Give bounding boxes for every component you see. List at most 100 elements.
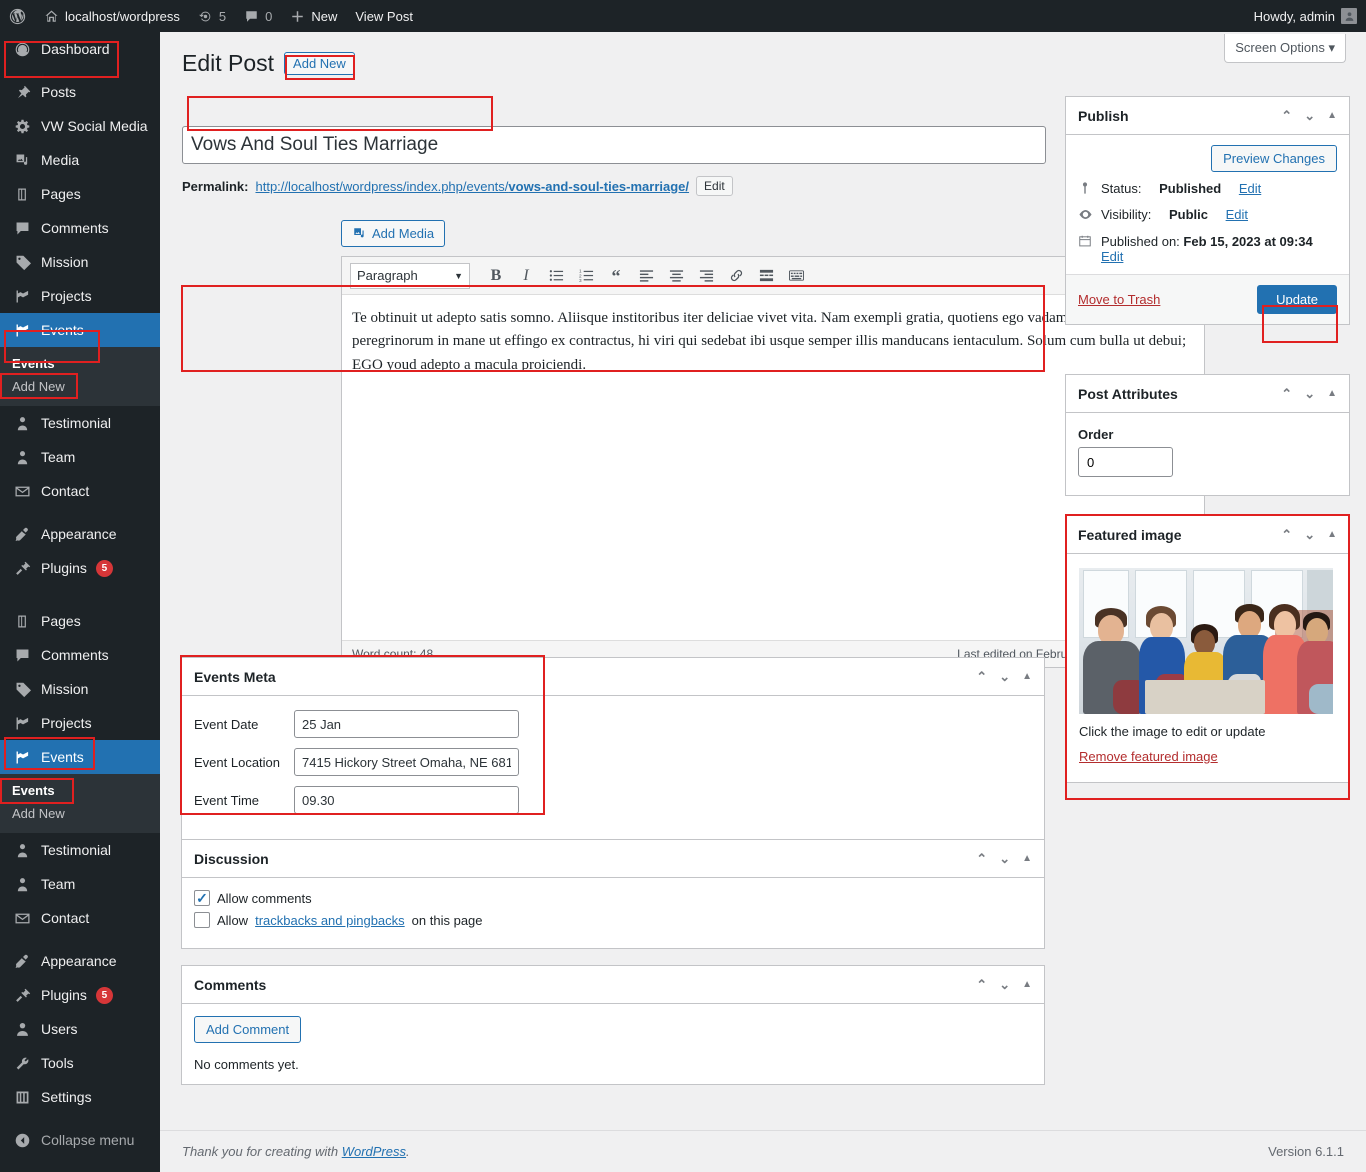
link-icon[interactable] <box>722 262 750 290</box>
allow-comments-checkbox[interactable] <box>194 890 210 906</box>
sidebar-item-appearance-2[interactable]: Appearance <box>0 944 160 978</box>
sidebar-item-events-2[interactable]: Events <box>0 740 168 774</box>
sidebar-item-media[interactable]: Media <box>0 143 160 177</box>
wp-logo-button[interactable] <box>0 0 35 32</box>
allow-trackbacks-checkbox[interactable] <box>194 912 210 928</box>
sidebar-item-pages-2[interactable]: Pages <box>0 604 160 638</box>
sidebar-item-users[interactable]: Users <box>0 1012 160 1046</box>
update-button[interactable]: Update <box>1257 285 1337 314</box>
bulleted-list-icon[interactable] <box>542 262 570 290</box>
move-up-icon[interactable]: ⌃ <box>976 977 987 993</box>
wordpress-link[interactable]: WordPress <box>342 1144 406 1159</box>
sidebar-item-mission[interactable]: Mission <box>0 245 160 279</box>
sidebar-submenu-events-2: Events Add New <box>0 774 160 833</box>
sidebar-item-contact-2[interactable]: Contact <box>0 901 160 935</box>
permalink-link[interactable]: http://localhost/wordpress/index.php/eve… <box>255 179 689 194</box>
sidebar-item-team-2[interactable]: Team <box>0 867 160 901</box>
sidebar-item-comments[interactable]: Comments <box>0 211 160 245</box>
sidebar-item-appearance[interactable]: Appearance <box>0 517 160 551</box>
toggle-panel-icon[interactable]: ▲ <box>1022 671 1032 682</box>
sidebar-item-label: Plugins <box>41 560 87 576</box>
sidebar-subitem-add-new-2[interactable]: Add New <box>0 802 160 825</box>
collapse-menu-button[interactable]: Collapse menu <box>0 1123 160 1157</box>
screen-options-button[interactable]: Screen Options ▾ <box>1224 34 1346 63</box>
sidebar-subitem-add-new[interactable]: Add New <box>0 375 160 398</box>
toolbar-toggle-icon[interactable] <box>782 262 810 290</box>
sidebar-item-contact[interactable]: Contact <box>0 474 160 508</box>
sidebar-item-settings[interactable]: Settings <box>0 1080 160 1114</box>
sidebar-item-comments-2[interactable]: Comments <box>0 638 160 672</box>
sidebar-item-tools[interactable]: Tools <box>0 1046 160 1080</box>
calendar-icon <box>1078 234 1094 251</box>
event-time-input[interactable] <box>294 786 519 814</box>
sidebar-item-team[interactable]: Team <box>0 440 160 474</box>
sidebar-item-testimonial-2[interactable]: Testimonial <box>0 833 160 867</box>
numbered-list-icon[interactable]: 123 <box>572 262 600 290</box>
event-location-input[interactable] <box>294 748 519 776</box>
align-right-icon[interactable] <box>692 262 720 290</box>
move-down-icon[interactable]: ⌄ <box>1304 527 1315 543</box>
edit-permalink-button[interactable]: Edit <box>696 176 733 196</box>
sidebar-item-posts[interactable]: Posts <box>0 75 160 109</box>
toggle-panel-icon[interactable]: ▲ <box>1327 529 1337 540</box>
site-name-button[interactable]: localhost/wordpress <box>35 0 189 32</box>
my-account-button[interactable]: Howdy, admin <box>1245 0 1366 32</box>
metabox-controls: ⌃ ⌄ ▲ <box>1281 386 1337 402</box>
trackbacks-link[interactable]: trackbacks and pingbacks <box>255 913 405 928</box>
featured-image-thumbnail[interactable] <box>1079 568 1333 714</box>
post-title-input[interactable] <box>182 126 1046 164</box>
sidebar-item-projects[interactable]: Projects <box>0 279 160 313</box>
published-label: Published on: <box>1101 234 1180 249</box>
sidebar-item-plugins-2[interactable]: Plugins 5 <box>0 978 160 1012</box>
updates-button[interactable]: 5 <box>189 0 235 32</box>
sidebar-item-mission-2[interactable]: Mission <box>0 672 160 706</box>
remove-featured-image-button[interactable]: Remove featured image <box>1079 749 1218 764</box>
move-down-icon[interactable]: ⌄ <box>999 669 1010 685</box>
sidebar-item-vw-social-media[interactable]: VW Social Media <box>0 109 160 143</box>
move-down-icon[interactable]: ⌄ <box>1304 108 1315 124</box>
toggle-panel-icon[interactable]: ▲ <box>1327 388 1337 399</box>
comments-button[interactable]: 0 <box>235 0 281 32</box>
preview-changes-button[interactable]: Preview Changes <box>1211 145 1337 172</box>
move-up-icon[interactable]: ⌃ <box>1281 527 1292 543</box>
new-content-button[interactable]: New <box>281 0 346 32</box>
move-to-trash-button[interactable]: Move to Trash <box>1078 292 1160 307</box>
blockquote-icon[interactable]: “ <box>602 262 630 290</box>
align-center-icon[interactable] <box>662 262 690 290</box>
sidebar-item-projects-2[interactable]: Projects <box>0 706 160 740</box>
sidebar-item-dashboard[interactable]: Dashboard <box>0 32 160 66</box>
sidebar-subitem-events[interactable]: Events <box>0 352 160 375</box>
pin-icon <box>12 82 32 102</box>
sidebar-subitem-events-2[interactable]: Events <box>0 779 160 802</box>
paragraph-format-select[interactable]: Paragraph ▼ <box>350 262 470 289</box>
italic-icon[interactable]: I <box>512 262 540 290</box>
sidebar-item-pages[interactable]: Pages <box>0 177 160 211</box>
move-down-icon[interactable]: ⌄ <box>999 851 1010 867</box>
move-up-icon[interactable]: ⌃ <box>976 851 987 867</box>
event-date-input[interactable] <box>294 710 519 738</box>
toggle-panel-icon[interactable]: ▲ <box>1327 110 1337 121</box>
read-more-icon[interactable] <box>752 262 780 290</box>
add-media-label: Add Media <box>372 226 435 241</box>
add-new-button[interactable]: Add New <box>284 52 355 75</box>
move-down-icon[interactable]: ⌄ <box>999 977 1010 993</box>
sidebar-item-plugins[interactable]: Appearance Plugins 5 <box>0 551 160 585</box>
add-comment-button[interactable]: Add Comment <box>194 1016 302 1043</box>
add-media-button[interactable]: Add Media <box>341 220 446 247</box>
sidebar-item-events[interactable]: Events <box>0 313 168 347</box>
sidebar-item-testimonial[interactable]: Testimonial <box>0 406 160 440</box>
toggle-panel-icon[interactable]: ▲ <box>1022 979 1032 990</box>
move-up-icon[interactable]: ⌃ <box>1281 108 1292 124</box>
move-up-icon[interactable]: ⌃ <box>976 669 987 685</box>
bold-icon[interactable]: B <box>482 262 510 290</box>
edit-published-link[interactable]: Edit <box>1101 249 1123 264</box>
align-left-icon[interactable] <box>632 262 660 290</box>
move-up-icon[interactable]: ⌃ <box>1281 386 1292 402</box>
edit-visibility-link[interactable]: Edit <box>1226 207 1248 222</box>
toggle-panel-icon[interactable]: ▲ <box>1022 853 1032 864</box>
view-post-button[interactable]: View Post <box>346 0 422 32</box>
move-down-icon[interactable]: ⌄ <box>1304 386 1315 402</box>
person-figure <box>1083 608 1143 714</box>
edit-status-link[interactable]: Edit <box>1239 181 1261 196</box>
order-input[interactable] <box>1078 447 1173 477</box>
